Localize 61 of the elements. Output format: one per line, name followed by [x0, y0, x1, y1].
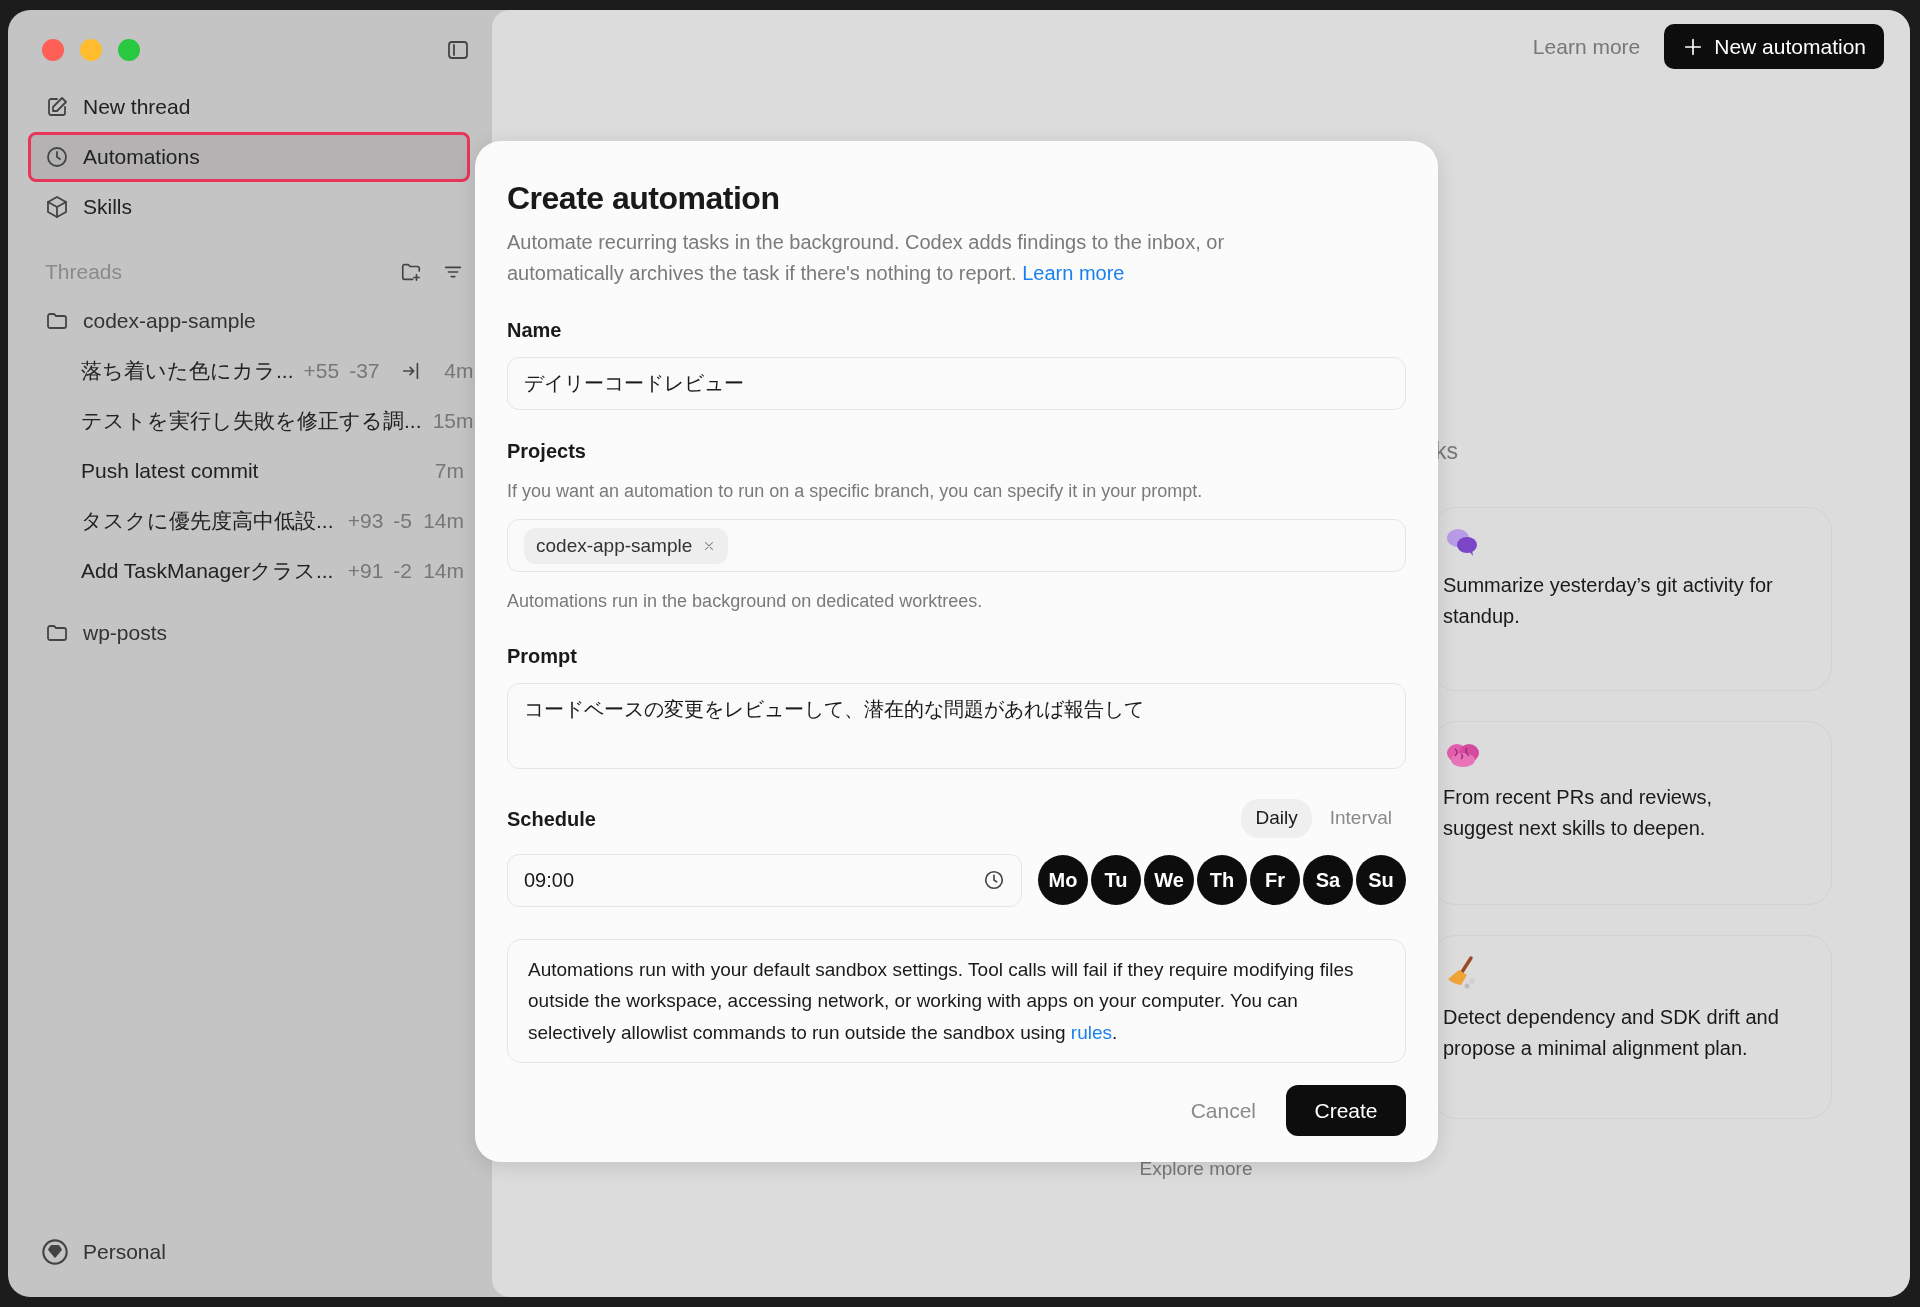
- clock-icon: [45, 145, 69, 169]
- day-toggle[interactable]: Tu: [1091, 855, 1141, 906]
- thread-title: 落ち着いた色にカラ...: [81, 358, 294, 385]
- time-field[interactable]: 09:00: [507, 853, 1022, 907]
- diamond-badge-icon: [41, 1238, 69, 1266]
- day-toggle[interactable]: Su: [1356, 855, 1406, 906]
- thread-title: テストを実行し失敗を修正する調...: [81, 408, 422, 435]
- cube-icon: [45, 195, 69, 219]
- removed-count: -37: [349, 358, 380, 385]
- project-folder[interactable]: codex-app-sample: [28, 296, 470, 346]
- day-toggle[interactable]: Mo: [1038, 855, 1088, 906]
- account-item[interactable]: Personal: [28, 1227, 470, 1277]
- field-label: Projects: [507, 439, 587, 465]
- thread-title: タスクに優先度高中低設...: [81, 508, 335, 535]
- prompt-field[interactable]: コードベースの変更をレビューして、潜在的な問題があれば報告して: [507, 683, 1406, 770]
- clock-icon: [983, 869, 1005, 892]
- thread-item[interactable]: Add TaskManagerクラス... +91 -2 14m: [28, 546, 470, 596]
- thread-title: Push latest commit: [81, 458, 260, 485]
- create-button[interactable]: Create: [1286, 1084, 1406, 1136]
- note-text: Automations run in the background on dedicated worktrees.: [507, 590, 984, 614]
- thread-time: 14m: [422, 558, 464, 585]
- sidebar-item[interactable]: Automations: [28, 132, 470, 182]
- field-label: Name: [507, 318, 563, 344]
- schedule-mode-tab[interactable]: Daily: [1241, 799, 1312, 838]
- card-text: Detect dependency and SDK drift and propose a minimal alignment plan.: [1443, 1004, 1780, 1061]
- thread-time: 7m: [433, 458, 464, 485]
- card-text: From recent PRs and reviews, suggest next skills to deepen.: [1443, 784, 1713, 841]
- sidebar-item[interactable]: New thread: [28, 82, 470, 132]
- day-toggle[interactable]: Sa: [1303, 855, 1353, 906]
- new-folder-icon[interactable]: [400, 261, 422, 283]
- project-folder[interactable]: wp-posts: [28, 608, 470, 658]
- sidebar-item[interactable]: Skills: [28, 182, 470, 232]
- hint-text: If you want an automation to run on a specific branch, you can specify it in your prompt.: [507, 480, 1204, 504]
- project-tag[interactable]: codex-app-sample: [524, 527, 729, 565]
- edit-icon: [45, 95, 69, 119]
- name-field[interactable]: デイリーコードレビュー: [507, 357, 1406, 411]
- card-text: Summarize yesterday’s git activity for standup.: [1443, 572, 1774, 629]
- dialog-title: Create automation: [507, 179, 781, 218]
- field-label: Schedule: [507, 806, 596, 832]
- added-count: +91: [347, 558, 384, 585]
- notice-text: Automations run with your default sandbox settings. Tool calls will fail if they require modifying files outside the workspace, accessing network, or working with apps on your computer. You can selectively allowlist commands to run outside the sandbox using rules.: [507, 938, 1406, 1063]
- description-text: Automate recurring tasks in the background. Codex adds findings to the inbox, or automatically archives the task if there's nothing to report. Learn more: [507, 230, 1226, 287]
- removed-count: -2: [393, 558, 412, 585]
- projects-field[interactable]: codex-app-sample: [507, 519, 1406, 573]
- thread-item[interactable]: タスクに優先度高中低設... +93 -5 14m: [28, 496, 470, 546]
- added-count: +93: [347, 508, 384, 535]
- day-toggle[interactable]: Fr: [1250, 855, 1300, 906]
- thread-time: 14m: [422, 508, 464, 535]
- removed-count: -5: [393, 508, 412, 535]
- rules-link[interactable]: rules: [1070, 1021, 1113, 1043]
- thread-title: Add TaskManagerクラス...: [81, 558, 335, 585]
- day-toggle[interactable]: Th: [1197, 855, 1247, 906]
- day-toggle[interactable]: We: [1144, 855, 1194, 906]
- added-count: +55: [303, 358, 340, 385]
- thread-item[interactable]: Push latest commit 7m: [28, 446, 470, 496]
- section-heading: Threads: [45, 259, 124, 286]
- field-label: Prompt: [507, 644, 578, 670]
- window-control-button[interactable]: [42, 39, 64, 61]
- sidebar-toggle-icon[interactable]: [446, 38, 470, 62]
- learn-more-link[interactable]: Learn more: [1022, 262, 1125, 285]
- new-automation-button[interactable]: New automation: [1664, 24, 1884, 69]
